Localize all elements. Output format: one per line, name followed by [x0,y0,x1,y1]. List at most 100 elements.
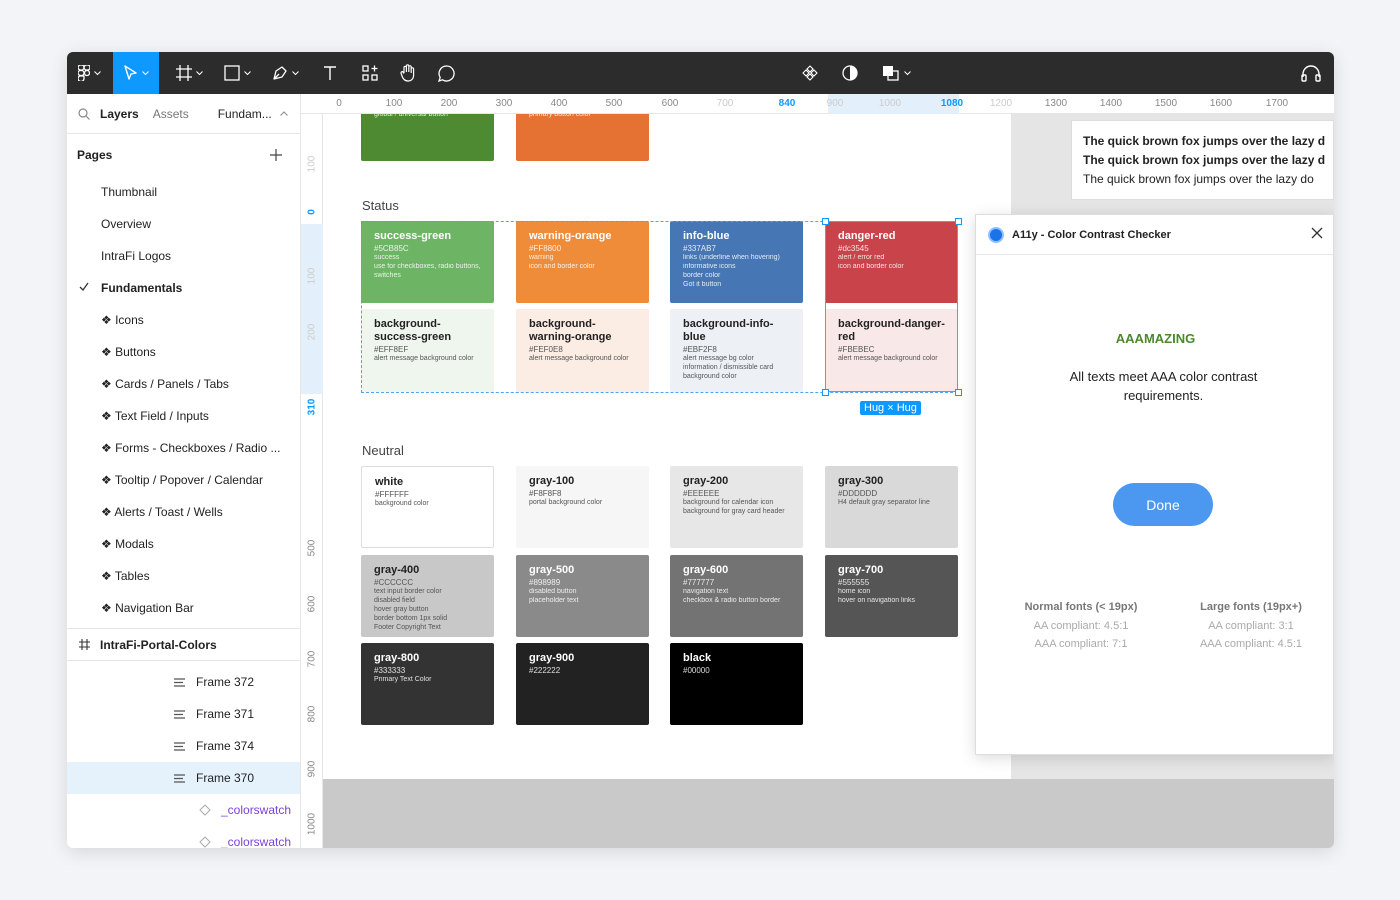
tab-layers[interactable]: Layers [100,107,139,121]
mask-button[interactable] [835,52,865,94]
page-label: ❖ Buttons [101,345,156,359]
resources-button[interactable] [351,52,389,94]
frame-tool-button[interactable] [167,52,211,94]
swatch-description: background for calendar icon [683,499,774,506]
swatch-description: checkbox & radio button border [683,596,781,604]
chevron-down-icon [291,70,299,75]
ruler-tick: 900 [826,98,844,109]
layer-frame[interactable]: Frame 372 [67,666,300,698]
boolean-button[interactable] [875,52,917,94]
swatch-hex: #EEEEEE [683,489,720,498]
swatch-hex: #F8F8F8 [529,489,562,498]
swatch-description: portal background color [529,499,603,506]
status-section-label: Status [362,198,399,213]
tab-assets[interactable]: Assets [153,107,189,121]
color-swatch[interactable]: gray-700 #555555 home icon hover on navigat… [825,554,958,637]
page-item[interactable]: ❖ Forms - Checkboxes / Radio ... [67,432,300,464]
ruler-tick: 1500 [1154,98,1178,109]
hand-tool-button[interactable] [389,52,427,94]
plugin-logo-icon [988,226,1004,243]
swatch-name: gray-900 [529,652,575,664]
selection-box[interactable] [825,221,958,392]
ruler-tick: 100 [385,98,403,109]
chevron-up-icon[interactable] [279,111,288,116]
ruler-tick: 100 [306,155,318,173]
resources-icon [362,65,378,81]
page-item[interactable]: ❖ Text Field / Inputs [67,400,300,432]
color-swatch[interactable]: gray-300 #DDDDDD H4 default gray separator… [825,466,958,548]
layer-component[interactable]: _colorswatch [67,794,300,826]
page-item[interactable]: ❖ Alerts / Toast / Wells [67,496,300,528]
component-button[interactable] [795,52,825,94]
resize-handle-bl[interactable] [822,389,829,396]
color-swatch[interactable]: black #00000 [670,643,803,725]
large-aa: AA compliant: 3:1 [1208,620,1294,632]
page-item[interactable]: ❖ Modals [67,528,300,560]
color-swatch[interactable]: gray-600 #777777 navigation text checkbox &… [670,554,803,637]
color-swatch[interactable]: white #FFFFFF background color [361,466,494,548]
resize-handle-tl[interactable] [822,218,829,225]
color-swatch[interactable]: gray-900 #222222 [516,643,649,725]
frame-header[interactable]: IntraFi-Portal-Colors [67,629,300,661]
ruler-tick: 840 [778,98,796,109]
resize-handle-br[interactable] [955,389,962,396]
page-item[interactable]: ❖ Cards / Panels / Tabs [67,368,300,400]
swatch-description: H4 default gray separator line [838,499,930,506]
page-item[interactable]: ❖ Tables [67,560,300,592]
add-page-icon[interactable] [270,149,282,161]
color-swatch[interactable]: gray-100 #F8F8F8 portal background color [516,466,649,548]
plugin-header: A11y - Color Contrast Checker [976,215,1333,255]
comment-tool-button[interactable] [427,52,465,94]
artboard-colors[interactable]: global / universal button primary button … [323,114,1011,779]
typography-sample: The quick brown fox jumps over the lazy … [1083,153,1326,167]
current-page-selector[interactable]: Fundam... [218,107,272,121]
main-menu-button[interactable] [67,52,111,94]
page-item[interactable]: ❖ Buttons [67,336,300,368]
layer-frame[interactable]: Frame 370 [67,762,300,794]
component-icon [802,65,818,81]
auto-layout-icon [174,678,185,687]
page-item[interactable]: ❖ Navigation Bar [67,592,300,624]
page-label: ❖ Text Field / Inputs [101,409,209,423]
text-tool-button[interactable] [313,52,347,94]
ruler-tick: 700 [716,98,734,109]
close-icon[interactable] [1311,227,1323,239]
page-item[interactable]: ❖ Tooltip / Popover / Calendar [67,464,300,496]
swatch-hex: #FFFFFF [375,490,409,499]
page-item[interactable]: ❖ Icons [67,304,300,336]
color-swatch[interactable]: global / universal button [361,114,494,161]
pen-tool-button[interactable] [263,52,307,94]
typography-frame[interactable]: The quick brown fox jumps over the lazy … [1071,120,1334,200]
page-item[interactable]: Thumbnail [67,176,300,208]
page-item[interactable]: IntraFi Logos [67,240,300,272]
page-label: ❖ Cards / Panels / Tabs [101,377,229,391]
move-tool-icon [123,65,137,80]
swatch-name: global / universal button [374,114,448,118]
move-tool-button[interactable] [113,52,159,94]
resize-handle-tr[interactable] [955,218,962,225]
done-button[interactable]: Done [1113,483,1213,526]
search-icon[interactable] [78,107,90,120]
layer-frame[interactable]: Frame 374 [67,730,300,762]
page-item[interactable]: Fundamentals [67,272,300,304]
color-swatch[interactable]: gray-400 #CCCCCC text input border color di… [361,554,494,637]
audio-button[interactable] [1293,52,1329,94]
comment-icon [437,64,455,82]
page-item[interactable]: Overview [67,208,300,240]
ruler-tick: 200 [440,98,458,109]
color-swatch[interactable]: gray-500 #898989 disabled button placeholde… [516,554,649,637]
shape-tool-button[interactable] [215,52,259,94]
frame-icon [79,639,90,650]
color-swatch[interactable]: primary button color [516,114,649,161]
swatch-description: border bottom 1px solid [374,614,448,622]
canvas-empty-area[interactable] [323,779,1334,848]
panel-tabs: Layers Assets Fundam... [67,94,300,134]
color-swatch[interactable]: gray-800 #333333 Primary Text Color [361,643,494,725]
figma-logo-icon [77,65,90,81]
color-swatch[interactable]: gray-200 #EEEEEE background for calendar i… [670,466,803,548]
layer-frame[interactable]: Frame 371 [67,698,300,730]
normal-fonts-info: Normal fonts (< 19px) AA compliant: 4.5:… [1006,601,1156,653]
ruler-tick: 500 [605,98,623,109]
swatch-name: gray-600 [683,563,729,576]
layer-component[interactable]: _colorswatch [67,826,300,848]
